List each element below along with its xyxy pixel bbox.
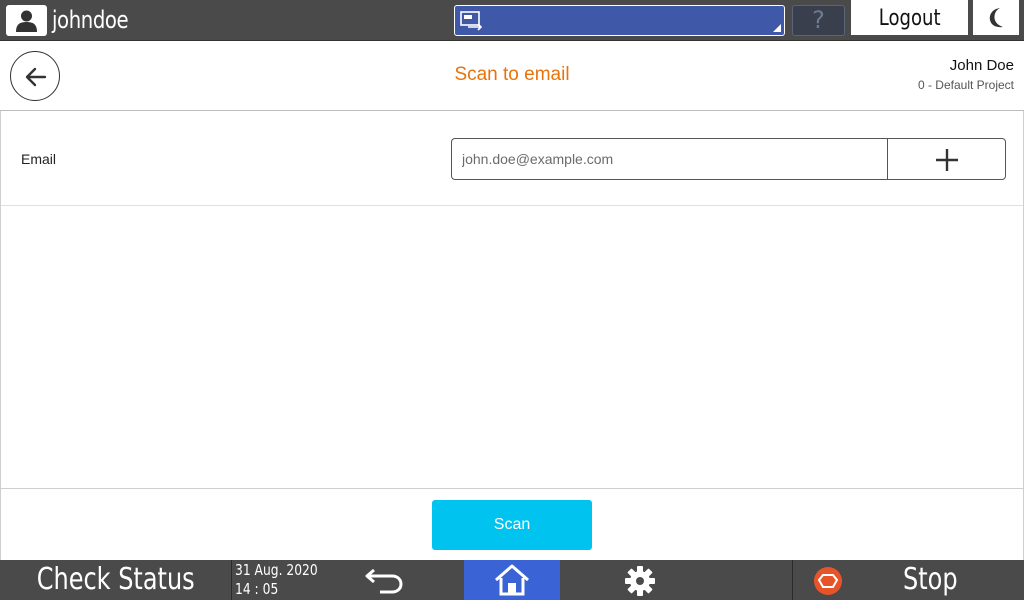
job-monitor-button[interactable] — [454, 5, 785, 36]
time-label: 14 : 05 — [235, 580, 279, 598]
help-button[interactable]: ? — [792, 5, 845, 36]
add-email-button[interactable] — [887, 138, 1006, 180]
expand-corner-icon — [773, 24, 781, 32]
top-bar: johndoe ? Logout — [0, 0, 1024, 41]
night-mode-button[interactable] — [973, 0, 1019, 35]
scanner-icon — [460, 11, 483, 31]
home-icon — [495, 564, 529, 596]
user-avatar-button[interactable] — [6, 5, 47, 36]
main-content: Email — [0, 111, 1024, 489]
page-header: Scan to email John Doe 0 - Default Proje… — [0, 41, 1024, 111]
page-title: Scan to email — [454, 64, 570, 85]
stop-icon — [814, 567, 842, 595]
username-label: johndoe — [52, 6, 129, 34]
user-icon — [16, 10, 37, 32]
home-button[interactable] — [464, 560, 560, 600]
check-status-label: Check Status — [36, 562, 195, 597]
bottom-bar: Check Status 31 Aug. 2020 14 : 05 Stop — [0, 560, 1024, 600]
scan-button[interactable]: Scan — [432, 500, 592, 550]
divider — [231, 560, 232, 600]
project-name: 0 - Default Project — [917, 78, 1014, 92]
action-area: Scan — [0, 488, 1024, 560]
logout-button[interactable]: Logout — [851, 0, 968, 35]
stop-label: Stop — [903, 562, 958, 597]
check-status-button[interactable]: Check Status — [0, 560, 231, 600]
plus-icon — [936, 149, 958, 171]
datetime-display: 31 Aug. 2020 14 : 05 — [235, 561, 336, 599]
email-input[interactable] — [451, 138, 888, 180]
return-button[interactable] — [360, 564, 410, 596]
user-full-name: John Doe — [949, 57, 1014, 74]
stop-button[interactable]: Stop — [793, 560, 1024, 600]
logout-label: Logout — [878, 6, 941, 31]
settings-button[interactable] — [622, 565, 658, 597]
email-label: Email — [21, 151, 57, 167]
gear-icon — [625, 566, 655, 596]
email-row: Email — [1, 111, 1023, 206]
date-label: 31 Aug. 2020 — [235, 561, 318, 579]
moon-icon — [989, 8, 1003, 28]
undo-arrow-icon — [365, 568, 403, 594]
